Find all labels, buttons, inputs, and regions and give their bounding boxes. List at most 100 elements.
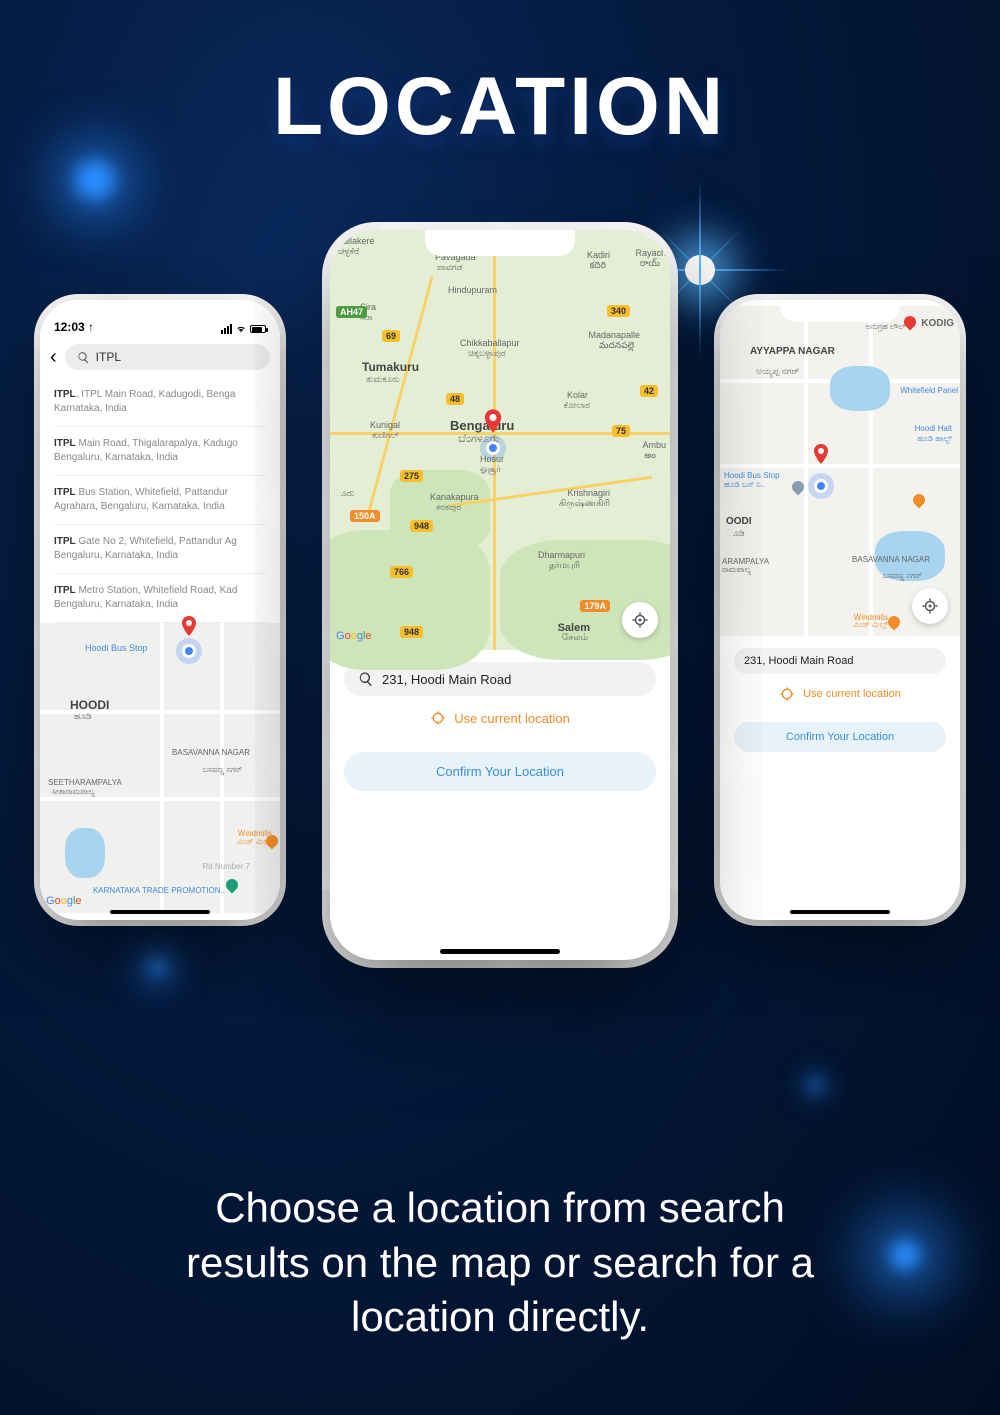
route-shield: 48 xyxy=(446,393,464,405)
map-label: Madanapalle xyxy=(588,330,640,340)
use-current-location-button[interactable]: Use current location xyxy=(734,686,946,702)
poi-icon xyxy=(886,614,903,631)
map-preview[interactable]: Hoodi Bus Stop HOODI ಹೂಡಿ SEETHARAMPALYA… xyxy=(40,623,280,913)
battery-icon xyxy=(250,325,266,333)
route-shield: AH47 xyxy=(336,306,367,318)
user-location-marker xyxy=(486,441,500,455)
map-label: ಚಳ್ಳಕೆರೆ xyxy=(338,246,359,257)
route-shield: 340 xyxy=(607,305,630,317)
address-display[interactable]: 231, Hoodi Main Road xyxy=(734,648,946,674)
home-indicator xyxy=(440,949,560,954)
map-label: Kunigal xyxy=(370,420,400,430)
map-label: Kanakapura xyxy=(430,492,479,502)
back-button[interactable]: ‹ xyxy=(50,346,57,369)
map-label: ಸೀತಾರಾಮಪಾಲ್ಯ xyxy=(52,787,95,797)
map-label: ஓசூர் xyxy=(480,464,501,476)
map-label: రాయ్ xyxy=(640,258,660,271)
map-label: Kolar xyxy=(567,390,588,400)
crosshair-icon xyxy=(779,686,795,702)
map-label: nallakere xyxy=(338,236,375,246)
search-result-item[interactable]: ITPL Metro Station, Whitefield Road, Kad… xyxy=(54,574,266,623)
route-shield: 948 xyxy=(400,626,423,638)
map-label: ಪಾವಗಡ xyxy=(437,262,462,273)
route-shield: 179A xyxy=(580,600,610,612)
poi-icon xyxy=(911,492,928,509)
map-label: SEETHARAMPALYA xyxy=(48,778,122,787)
search-icon xyxy=(77,351,90,364)
locate-me-button[interactable] xyxy=(622,602,658,638)
map-label: KARNATAKA TRADE PROMOTION.. xyxy=(93,886,225,895)
phone-notch xyxy=(100,300,220,322)
map-pin-icon xyxy=(809,442,833,466)
map-label: అం xyxy=(644,450,656,463)
user-location-marker xyxy=(182,644,196,658)
map-label: தர்மபுரி xyxy=(549,560,580,572)
confirm-location-button[interactable]: Confirm Your Location xyxy=(344,752,656,791)
map-label: Hoodi Bus Stop xyxy=(85,643,148,653)
phone-mock-left: 12:03 ↑ ‹ ITPL ITPL, ITPL Main Road, Kad… xyxy=(40,300,280,920)
map-label: Rd Number 7 xyxy=(202,862,250,871)
search-result-item[interactable]: ITPL Main Road, Thigalarapalya, KadugoBe… xyxy=(54,427,266,476)
search-result-item[interactable]: ITPL, ITPL Main Road, Kadugodi, BengaKar… xyxy=(54,378,266,427)
use-current-location-button[interactable]: Use current location xyxy=(344,710,656,726)
locate-me-button[interactable] xyxy=(912,588,948,624)
search-results-list: ITPL, ITPL Main Road, Kadugodi, BengaKar… xyxy=(40,378,280,623)
google-logo: Google xyxy=(336,630,372,642)
map-label: BASAVANNA NAGAR xyxy=(172,748,250,757)
glow-dot xyxy=(75,160,115,200)
route-shield: 150A xyxy=(350,510,380,522)
page-title: LOCATION xyxy=(273,60,727,154)
crosshair-icon xyxy=(430,710,446,726)
route-shield: 42 xyxy=(640,385,658,397)
route-shield: 69 xyxy=(382,330,400,342)
map-label: ಹೂಡಿ ಬಸ್ ನಿ.. xyxy=(724,480,765,490)
map-pin-icon xyxy=(479,407,507,435)
glow-dot xyxy=(150,960,165,975)
search-value: 231, Hoodi Main Road xyxy=(382,672,511,687)
map-label: ರಾಮಪಾಲ್ಯ xyxy=(722,565,751,575)
home-indicator xyxy=(790,910,890,914)
poi-icon xyxy=(224,877,241,894)
map-label: ಬಸವಣ್ಣ ನಗರ್ xyxy=(203,765,242,775)
map-label: ಅನುಗ್ರಹ ಲೌಲ್ xyxy=(865,322,906,332)
map-label: ವಿಂಡ್ ಮಿಲ್ಸ್ xyxy=(853,620,888,630)
map-label: ಅಯ್ಯಪ್ಪ ನಗರ್ xyxy=(756,366,799,377)
map-view[interactable]: nallakere ಚಳ್ಳಕೆರೆ Pavagada ಪಾವಗಡ Kadiri… xyxy=(330,230,670,650)
map-label: మదనపల్లె xyxy=(599,340,634,353)
map-label: Hoodi Halt xyxy=(915,424,952,433)
map-label: ೂರು xyxy=(334,488,354,499)
use-current-label: Use current location xyxy=(803,688,901,700)
clock-label: 12:03 ↑ xyxy=(54,320,94,334)
signal-icon xyxy=(221,324,232,334)
map-label: ಚಿಕ್ಕಬಳ್ಳಾಪುರ xyxy=(468,348,506,359)
search-input[interactable]: ITPL xyxy=(65,344,270,370)
map-label: ತುಮಕೂರು xyxy=(366,374,400,385)
map-label: சேலம் xyxy=(562,632,588,644)
confirm-location-button[interactable]: Confirm Your Location xyxy=(734,722,946,752)
map-label: AYYAPPA NAGAR xyxy=(750,346,835,357)
phone-notch xyxy=(780,300,900,322)
wifi-icon xyxy=(235,324,247,334)
phone-notch xyxy=(425,230,575,256)
search-result-item[interactable]: ITPL Gate No 2, Whitefield, Pattandur Ag… xyxy=(54,525,266,574)
map-label: Hindupuram xyxy=(448,285,497,295)
map-label: ಹೂಡಿ xyxy=(74,711,92,722)
map-label: ಕೋಲಾರ xyxy=(563,400,590,411)
search-icon xyxy=(358,671,374,687)
search-result-item[interactable]: ITPL Bus Station, Whitefield, PattandurA… xyxy=(54,476,266,525)
map-label: కదిరి xyxy=(590,260,606,273)
map-view[interactable]: KODIG ಅನುಗ್ರಹ ಲೌಲ್ AYYAPPA NAGAR ಅಯ್ಯಪ್ಪ… xyxy=(720,306,960,636)
glow-dot xyxy=(810,1080,820,1090)
map-label: ಬಸವಣ್ಣ ನಗರ್ xyxy=(883,571,922,581)
map-label: கிருஷ்ணகிரி xyxy=(559,498,610,510)
map-label: KODIG xyxy=(921,318,954,329)
subtitle: Choose a location from search results on… xyxy=(90,1181,910,1345)
map-label: Ambu xyxy=(642,440,666,450)
map-label: Hoodi Bus Stop xyxy=(724,471,780,480)
map-label: ಕುಣಿಗಲ್ xyxy=(372,430,399,441)
phone-mock-center: nallakere ಚಳ್ಳಕೆರೆ Pavagada ಪಾವಗಡ Kadiri… xyxy=(330,230,670,960)
map-label: ಕನಕಪುರ xyxy=(436,502,461,513)
map-label: BASAVANNA NAGAR xyxy=(852,555,930,564)
route-shield: 75 xyxy=(612,425,630,437)
map-label: ಹೂಡಿ ಹಾಲ್ಟ್ xyxy=(917,434,952,444)
